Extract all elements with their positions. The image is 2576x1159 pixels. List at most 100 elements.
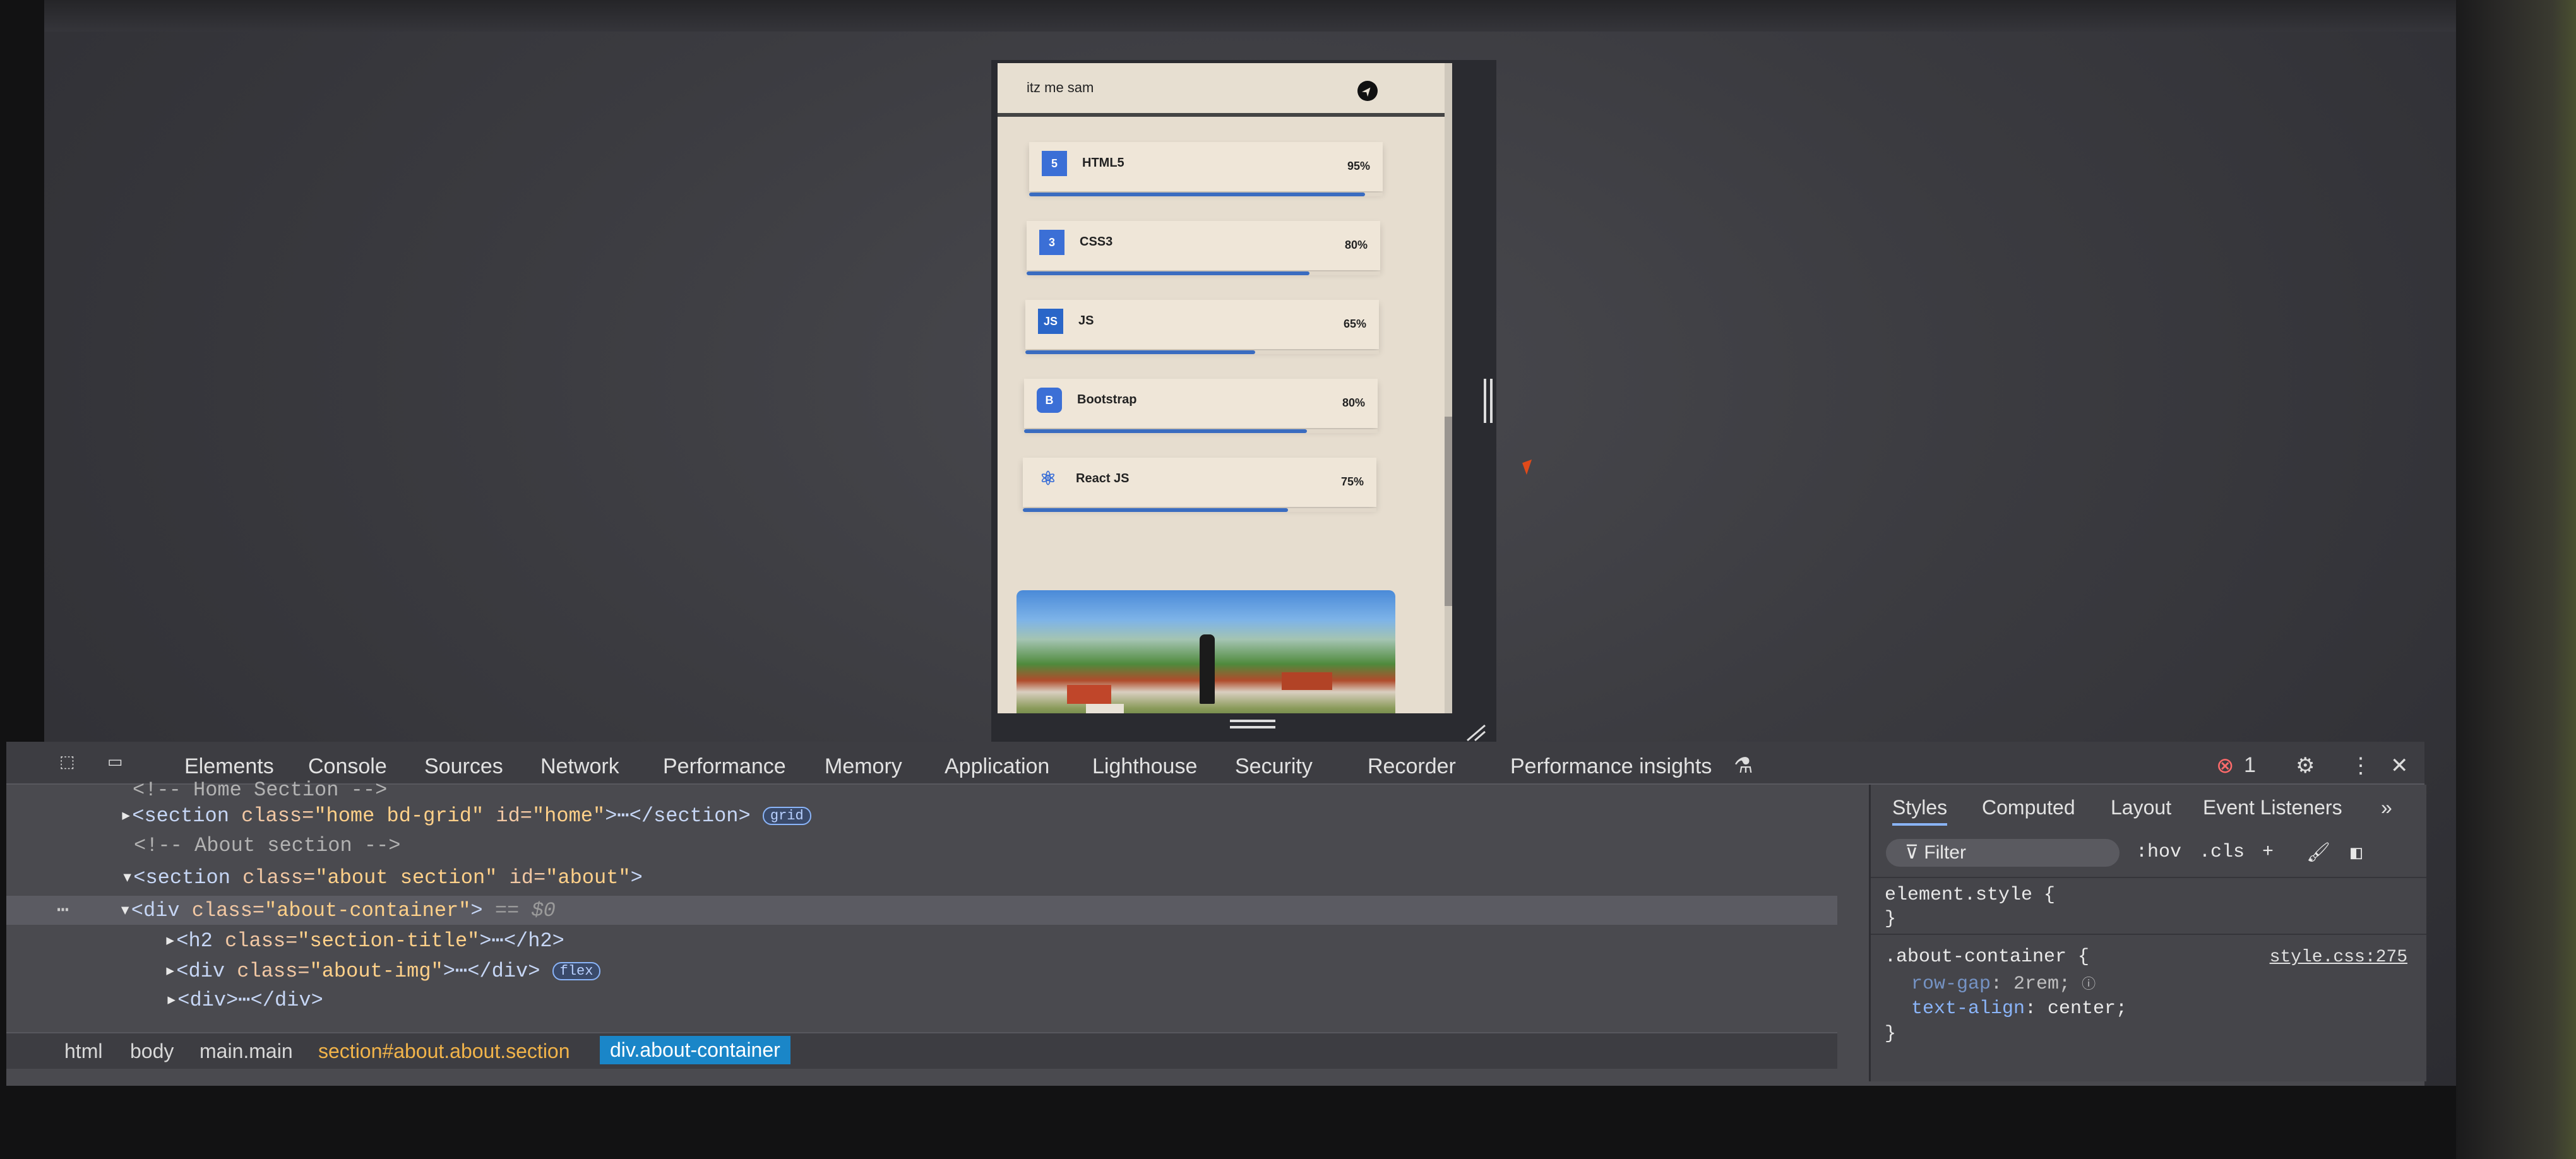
- skill-name: Bootstrap: [1077, 393, 1137, 407]
- tab-recorder[interactable]: Recorder: [1368, 754, 1456, 779]
- devtools-panel: ⬚ ▭ Elements Console Sources Network Per…: [6, 742, 2426, 1086]
- tab-application[interactable]: Application: [945, 754, 1049, 779]
- dom-node-about-img[interactable]: ▸<div class="about-img">⋯</div> flex: [164, 958, 601, 983]
- more-options-icon[interactable]: ⋮: [2350, 753, 2371, 778]
- dom-node-home-section[interactable]: ▸<section class="home bd-grid" id="home"…: [120, 802, 811, 828]
- skill-percent: 75%: [1340, 475, 1364, 488]
- skill-progress-bar: [1023, 508, 1288, 512]
- tab-layout[interactable]: Layout: [2111, 796, 2171, 819]
- element-style-selector[interactable]: element.style {: [1885, 884, 2055, 906]
- device-viewport: itz me sam 5 HTML5 95% 3 CSS3 80% JS JS …: [998, 63, 1452, 713]
- collapse-arrow-icon[interactable]: ▾: [121, 866, 133, 889]
- error-count[interactable]: 1: [2244, 753, 2256, 778]
- inspect-element-icon[interactable]: ⬚: [59, 752, 85, 775]
- close-icon[interactable]: ✕: [2390, 753, 2409, 778]
- skill-card: 3 CSS3 80%: [1027, 221, 1380, 275]
- skill-card: ⚛ React JS 75%: [1023, 458, 1376, 512]
- settings-gear-icon[interactable]: ⚙: [2296, 753, 2315, 778]
- viewport-width-resize-handle[interactable]: [1484, 379, 1493, 423]
- tab-elements[interactable]: Elements: [184, 754, 274, 779]
- html5-icon: 5: [1042, 151, 1067, 176]
- site-logo[interactable]: itz me sam: [1027, 80, 1094, 96]
- compass-icon[interactable]: [1357, 81, 1378, 101]
- skill-progress-bar: [1024, 429, 1307, 433]
- tab-event-listeners[interactable]: Event Listeners: [2203, 796, 2342, 819]
- expand-arrow-icon[interactable]: ▸: [164, 929, 176, 953]
- tab-lighthouse[interactable]: Lighthouse: [1092, 754, 1197, 779]
- viewport-scroll-thumb[interactable]: [1445, 417, 1452, 606]
- dom-tree: <!-- Home Section --> ▸<section class="h…: [6, 778, 1837, 1012]
- dom-breadcrumb: html body main.main section#about.about.…: [6, 1032, 1837, 1069]
- viewport-scrollbar[interactable]: [1445, 63, 1452, 713]
- skill-name: JS: [1078, 314, 1094, 328]
- breadcrumb-main[interactable]: main.main: [200, 1040, 293, 1063]
- expand-arrow-icon[interactable]: ▸: [120, 804, 132, 828]
- dom-node-about-container[interactable]: ⋯ ▾<div class="about-container"> == $0: [57, 897, 556, 922]
- filter-icon: ⊽: [1905, 842, 1919, 863]
- device-toolbar-icon[interactable]: ▭: [107, 752, 133, 775]
- tab-styles[interactable]: Styles: [1892, 796, 1948, 826]
- dom-comment[interactable]: <!-- Home Section -->: [133, 778, 387, 802]
- collapse-arrow-icon[interactable]: ▾: [119, 899, 131, 922]
- skill-progress-bar: [1029, 193, 1365, 196]
- expand-arrow-icon[interactable]: ▸: [165, 989, 177, 1012]
- viewport-corner-resize-icon[interactable]: [1465, 723, 1488, 742]
- css-rule-selector[interactable]: .about-container {: [1885, 946, 2089, 968]
- monitor-bezel: [2456, 0, 2576, 1159]
- tab-sources[interactable]: Sources: [424, 754, 503, 779]
- grid-badge[interactable]: grid: [762, 807, 811, 826]
- dom-comment[interactable]: <!-- About section -->: [134, 834, 400, 857]
- skill-progress-bar: [1025, 350, 1255, 354]
- css-property-row-gap[interactable]: row-gap: 2rem; ⓘ: [1911, 973, 2096, 995]
- skill-name: React JS: [1076, 472, 1130, 485]
- tab-computed[interactable]: Computed: [1982, 796, 2075, 819]
- site-header: itz me sam: [998, 63, 1452, 117]
- breadcrumb-div-selected[interactable]: div.about-container: [600, 1036, 790, 1064]
- css-property-text-align[interactable]: text-align: center;: [1911, 998, 2127, 1019]
- bootstrap-icon: B: [1037, 388, 1062, 413]
- skill-percent: 95%: [1347, 160, 1370, 172]
- tab-console[interactable]: Console: [308, 754, 387, 779]
- hover-state-toggle[interactable]: :hov: [2136, 841, 2181, 863]
- dom-node-div[interactable]: ▸<div>⋯</div>: [165, 987, 323, 1012]
- sidebar-toggle-icon[interactable]: ◧: [2351, 841, 2362, 865]
- viewport-height-resize-handle[interactable]: [1230, 720, 1275, 728]
- breadcrumb-html[interactable]: html: [64, 1040, 102, 1063]
- more-tabs-chevron-icon[interactable]: »: [2381, 796, 2392, 819]
- skill-card: B Bootstrap 80%: [1024, 379, 1378, 433]
- breadcrumb-section[interactable]: section#about.about.section: [318, 1040, 570, 1063]
- add-rule-icon[interactable]: +: [2262, 841, 2274, 863]
- skill-card: 5 HTML5 95%: [1029, 142, 1383, 196]
- breadcrumb-body[interactable]: body: [130, 1040, 174, 1063]
- dom-node-section-title[interactable]: ▸<h2 class="section-title">⋯</h2>: [164, 927, 564, 953]
- dom-node-about-section[interactable]: ▾<section class="about section" id="abou…: [121, 864, 643, 889]
- css-source-link[interactable]: style.css:275: [2270, 948, 2407, 967]
- react-icon: ⚛: [1039, 468, 1057, 489]
- rule-close-brace: }: [1885, 1023, 1897, 1045]
- expand-arrow-icon[interactable]: ▸: [164, 960, 176, 983]
- info-icon[interactable]: ⓘ: [2082, 977, 2096, 993]
- skill-percent: 80%: [1344, 239, 1368, 251]
- skill-card: JS JS 65%: [1025, 300, 1379, 354]
- screen-top-strip: [44, 0, 2456, 32]
- skill-name: CSS3: [1080, 235, 1113, 249]
- class-toggle[interactable]: .cls: [2199, 841, 2245, 863]
- paint-brush-icon[interactable]: 🖌: [2306, 841, 2330, 865]
- about-image: [1017, 590, 1395, 713]
- flex-badge[interactable]: flex: [552, 962, 601, 981]
- js-icon: JS: [1038, 309, 1063, 334]
- more-dots-icon[interactable]: ⋯: [57, 899, 69, 922]
- skill-progress-bar: [1027, 271, 1309, 275]
- styles-filter-input[interactable]: ⊽ Filter: [1886, 839, 2120, 867]
- rule-close-brace: }: [1885, 908, 1897, 930]
- tab-performance-insights[interactable]: Performance insights: [1510, 754, 1712, 779]
- tab-network[interactable]: Network: [540, 754, 619, 779]
- tab-performance[interactable]: Performance: [663, 754, 786, 779]
- tab-security[interactable]: Security: [1235, 754, 1313, 779]
- css3-icon: 3: [1039, 230, 1064, 255]
- skill-percent: 65%: [1343, 318, 1366, 330]
- flask-icon: ⚗: [1734, 754, 1753, 778]
- skill-name: HTML5: [1082, 156, 1124, 170]
- error-icon[interactable]: ⊗: [2216, 753, 2234, 778]
- tab-memory[interactable]: Memory: [825, 754, 902, 779]
